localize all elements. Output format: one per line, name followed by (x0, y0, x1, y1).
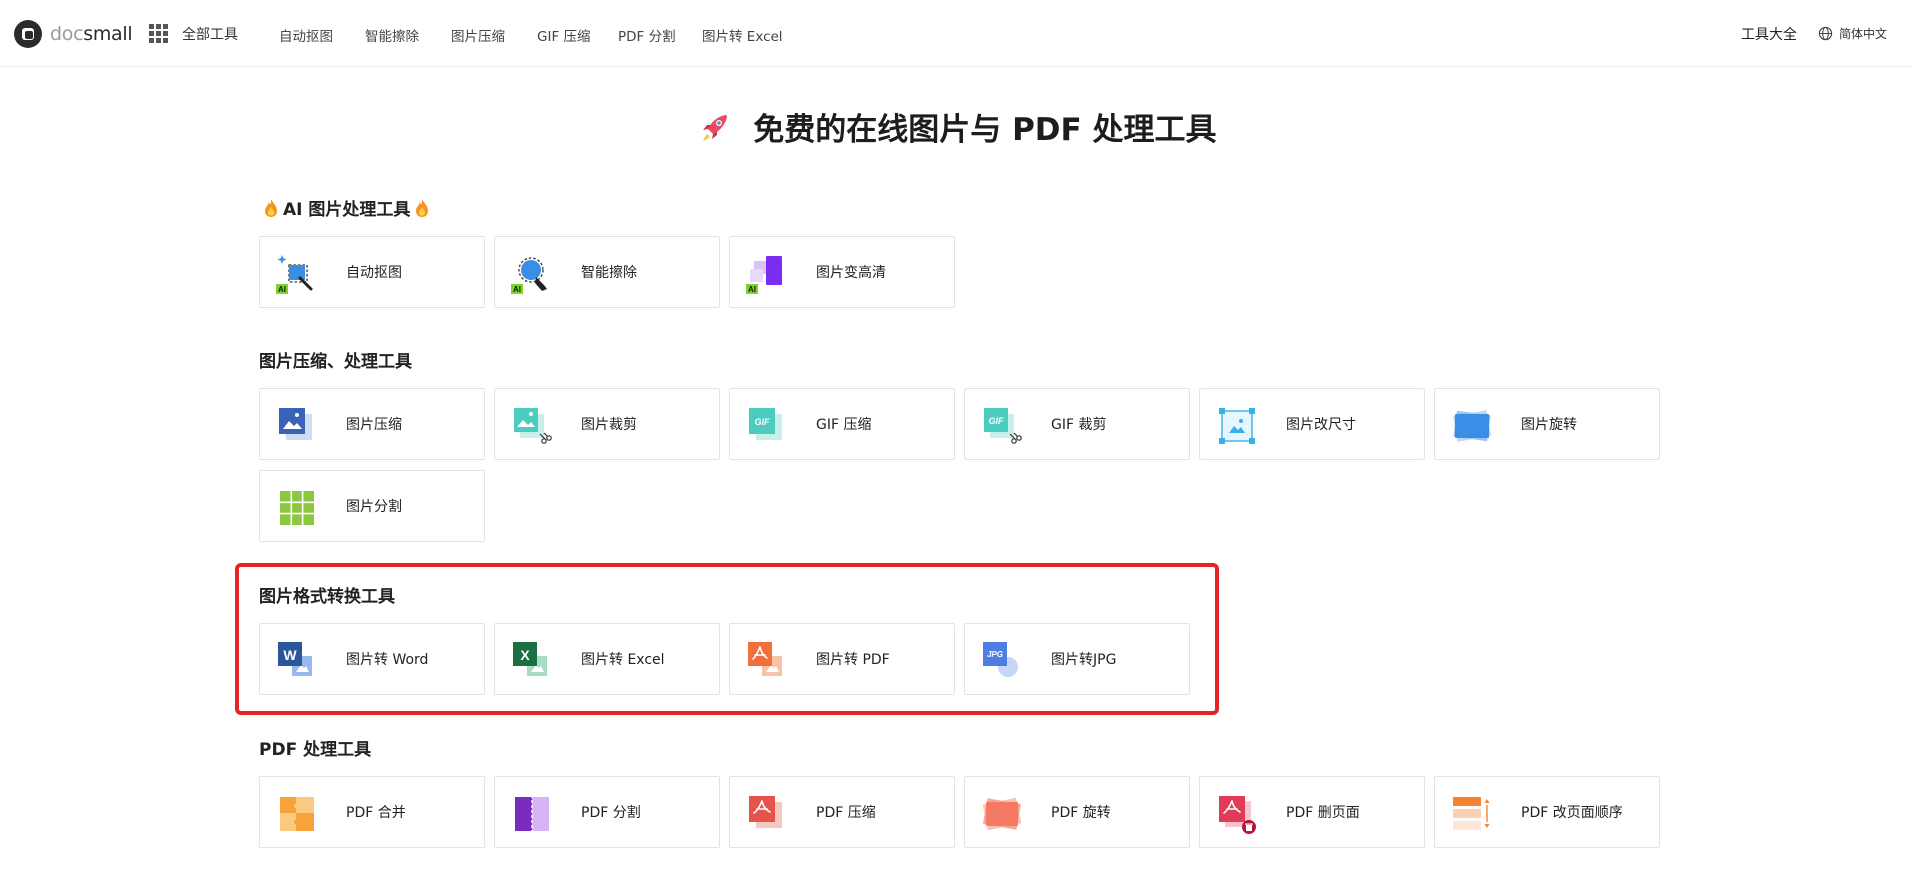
tool-label: 图片改尺寸 (1286, 417, 1356, 433)
tool-label: 图片转JPG (1051, 652, 1117, 668)
pdf-rotate-icon (982, 797, 1022, 831)
tool-card-image-resize[interactable]: 图片改尺寸 (1199, 388, 1425, 460)
excel-icon: X (513, 642, 547, 676)
tool-label: 图片裁剪 (581, 417, 637, 433)
tool-label: PDF 合并 (346, 805, 406, 821)
ai-badge-text: AI (513, 285, 521, 294)
language-label: 简体中文 (1839, 27, 1888, 41)
tool-label: 图片转 Excel (581, 652, 665, 668)
tool-card-pdf-rotate[interactable]: PDF 旋转 (964, 776, 1190, 848)
section-title-convert: 图片格式转换工具 (259, 587, 395, 607)
tool-label: PDF 分割 (581, 805, 641, 821)
pdf-reorder-icon (1453, 797, 1490, 830)
excel-glyph: X (520, 647, 530, 663)
nav-pdf-split[interactable]: PDF 分割 (618, 25, 676, 45)
tool-label: 图片压缩 (346, 417, 402, 433)
image-rotate-icon (1453, 410, 1491, 442)
section-title-pdf: PDF 处理工具 (259, 740, 372, 760)
rocket-icon (703, 115, 728, 141)
pdf-compress-icon (749, 796, 782, 828)
ai-badge-text: AI (748, 285, 756, 294)
language-selector[interactable]: 简体中文 (1818, 25, 1887, 42)
logo-text: docsmall (50, 23, 133, 45)
image-compress-icon (279, 408, 312, 440)
nav-smart-erase[interactable]: 智能擦除 (365, 25, 419, 45)
pdf-delete-page-icon (1219, 796, 1256, 834)
fire-icon (265, 199, 277, 217)
tool-card-image-rotate[interactable]: 图片旋转 (1434, 388, 1660, 460)
tool-label: PDF 删页面 (1286, 805, 1360, 821)
tool-card-gif-crop[interactable]: GIF GIF 裁剪 (964, 388, 1190, 460)
tool-label: PDF 压缩 (816, 805, 876, 821)
tool-card-gif-compress[interactable]: GIF GIF 压缩 (729, 388, 955, 460)
section-title-ai-text: AI 图片处理工具 (283, 200, 411, 220)
tool-label: 图片分割 (346, 499, 402, 515)
page-title: 免费的在线图片与 PDF 处理工具 (0, 104, 1913, 149)
tool-label: 自动抠图 (346, 265, 402, 281)
tool-card-image-crop[interactable]: 图片裁剪 (494, 388, 720, 460)
tool-card-image-to-pdf[interactable]: 图片转 PDF (729, 623, 955, 695)
tool-label: 智能擦除 (581, 265, 637, 281)
tool-card-image-to-jpg[interactable]: JPG 图片转JPG (964, 623, 1190, 695)
section-title-ai: AI 图片处理工具 (259, 195, 434, 220)
nav-image-to-excel[interactable]: 图片转 Excel (702, 25, 783, 45)
pdf-merge-icon (280, 797, 314, 831)
tool-card-smart-erase[interactable]: AI 智能擦除 (494, 236, 720, 308)
tool-label: PDF 旋转 (1051, 805, 1111, 821)
tool-card-image-to-word[interactable]: W 图片转 Word (259, 623, 485, 695)
tool-label: 图片转 PDF (816, 652, 890, 668)
tool-card-image-split[interactable]: 图片分割 (259, 470, 485, 542)
logo-mark-icon (14, 20, 42, 48)
ai-erase-icon: AI (511, 257, 547, 294)
all-tools-link[interactable]: 全部工具 (182, 24, 238, 44)
gif-text: GIF (989, 416, 1005, 426)
nav-gif-compress[interactable]: GIF 压缩 (537, 25, 591, 45)
grid-menu-icon[interactable] (149, 24, 168, 43)
gif-compress-icon: GIF (749, 408, 782, 440)
tool-card-image-to-excel[interactable]: X 图片转 Excel (494, 623, 720, 695)
image-crop-icon (514, 408, 552, 444)
tool-card-pdf-merge[interactable]: PDF 合并 (259, 776, 485, 848)
ai-enhance-icon: AI (746, 256, 782, 294)
gif-crop-icon: GIF (984, 408, 1022, 444)
globe-icon (1818, 26, 1833, 41)
logo-small-text: small (83, 23, 133, 45)
tool-label: GIF 压缩 (816, 417, 872, 433)
logo-doc-text: doc (50, 23, 84, 45)
tool-label: PDF 改页面顺序 (1521, 805, 1623, 821)
fire-icon (416, 199, 429, 217)
nav-auto-cutout[interactable]: 自动抠图 (279, 25, 333, 45)
word-icon: W (278, 642, 312, 676)
tool-card-image-compress[interactable]: 图片压缩 (259, 388, 485, 460)
tool-card-pdf-split[interactable]: PDF 分割 (494, 776, 720, 848)
nav-image-compress[interactable]: 图片压缩 (451, 25, 505, 45)
tool-card-pdf-delete-page[interactable]: PDF 删页面 (1199, 776, 1425, 848)
ai-cutout-icon: AI (276, 255, 313, 294)
jpg-glyph: JPG (987, 650, 1003, 659)
tool-label: 图片变高清 (816, 265, 886, 281)
top-navigation-bar: docsmall 全部工具 自动抠图 智能擦除 图片压缩 GIF 压缩 PDF … (0, 0, 1913, 67)
docsmall-logo[interactable]: docsmall (14, 20, 133, 48)
tool-card-image-enhance[interactable]: AI 图片变高清 (729, 236, 955, 308)
tool-label: 图片旋转 (1521, 417, 1577, 433)
tool-label: 图片转 Word (346, 652, 429, 668)
image-resize-icon (1219, 408, 1255, 444)
word-glyph: W (283, 647, 297, 663)
tool-card-pdf-reorder[interactable]: PDF 改页面顺序 (1434, 776, 1660, 848)
ai-badge-text: AI (278, 285, 286, 294)
pdf-split-icon (515, 795, 549, 833)
tool-card-auto-cutout[interactable]: AI 自动抠图 (259, 236, 485, 308)
section-title-image: 图片压缩、处理工具 (259, 352, 412, 372)
image-split-icon (280, 491, 314, 525)
pdf-icon (748, 642, 782, 676)
gif-text: GIF (755, 417, 771, 427)
jpg-icon: JPG (983, 642, 1018, 677)
page-title-text: 免费的在线图片与 PDF 处理工具 (753, 112, 1217, 148)
tools-all-link[interactable]: 工具大全 (1741, 24, 1797, 44)
tool-card-pdf-compress[interactable]: PDF 压缩 (729, 776, 955, 848)
tool-label: GIF 裁剪 (1051, 417, 1107, 433)
